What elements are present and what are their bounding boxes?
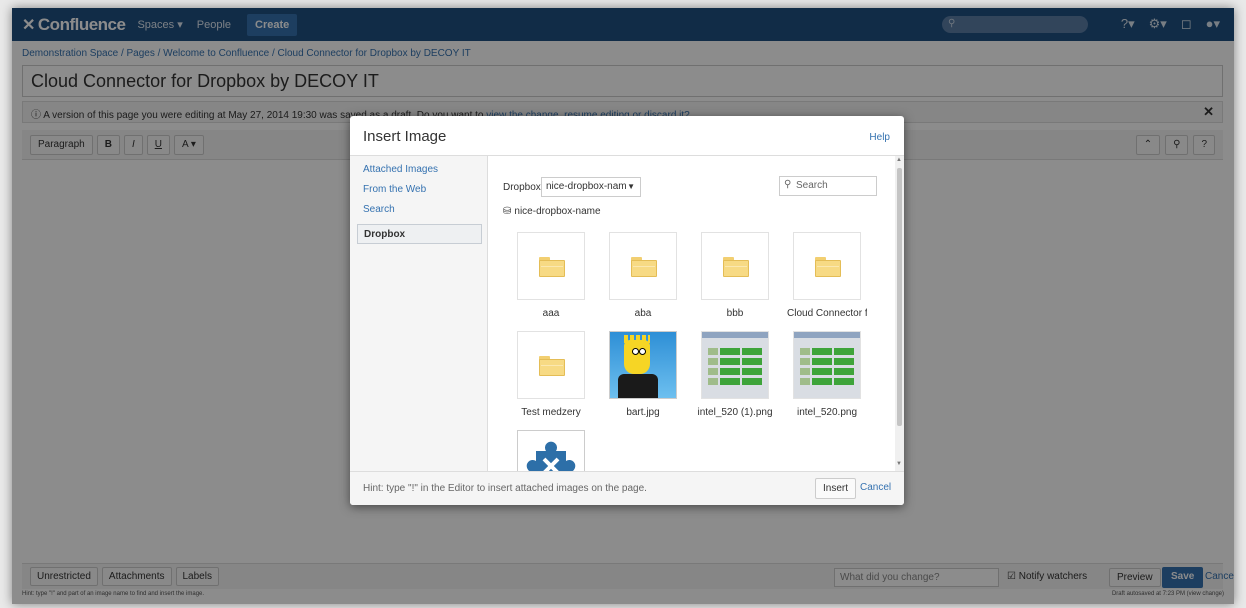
dropbox-select-value: nice-dropbox-nam <box>546 181 627 192</box>
folder-icon <box>723 257 749 277</box>
insert-image-dialog: Insert Image Help Attached Images From t… <box>350 116 904 505</box>
bart-thumbnail <box>609 331 677 399</box>
folder-tile[interactable]: Cloud Connector fc <box>787 232 867 319</box>
image-tile[interactable]: intel_520 (1).png <box>695 331 775 418</box>
folder-thumbnail <box>517 232 585 300</box>
chevron-down-icon: ▼ <box>627 182 635 191</box>
dialog-footer: Hint: type "!" in the Editor to insert a… <box>350 471 904 505</box>
dialog-sidebar: Attached Images From the Web Search Drop… <box>350 156 488 471</box>
folder-tile[interactable]: bbb <box>695 232 775 319</box>
folder-icon <box>815 257 841 277</box>
benchmark-thumbnail <box>701 331 769 399</box>
search-placeholder: Search <box>796 180 828 191</box>
tile-label: Cloud Connector fc <box>787 308 867 319</box>
folder-icon <box>539 356 565 376</box>
dropbox-path[interactable]: ⛁ nice-dropbox-name <box>503 206 601 217</box>
scroll-up-icon[interactable]: ▲ <box>896 157 902 163</box>
tile-label: intel_520 (1).png <box>697 407 773 418</box>
dropbox-path-label: nice-dropbox-name <box>514 206 601 217</box>
image-tile[interactable]: bart.jpg <box>603 331 683 418</box>
insert-button[interactable]: Insert <box>815 478 857 499</box>
benchmark-image <box>702 332 768 398</box>
folder-thumbnail <box>793 232 861 300</box>
dropbox-label: Dropbox: <box>503 182 544 193</box>
benchmark-thumbnail <box>793 331 861 399</box>
dialog-header: Insert Image Help <box>350 116 904 156</box>
dialog-title: Insert Image <box>363 128 447 145</box>
scroll-down-icon[interactable]: ▼ <box>896 461 902 467</box>
cancel-button[interactable]: Cancel <box>860 482 891 493</box>
folder-icon <box>539 257 565 277</box>
folder-thumbnail <box>517 331 585 399</box>
folder-tile[interactable]: aba <box>603 232 683 319</box>
sidebar-item-from-web[interactable]: From the Web <box>363 184 426 195</box>
dropbox-drive-icon: ⛁ <box>503 206 512 217</box>
dropbox-search-input[interactable]: ⚲ Search <box>779 176 877 196</box>
tile-label: aba <box>634 308 652 319</box>
folder-thumbnail <box>609 232 677 300</box>
image-tile[interactable]: intel_520.png <box>787 331 867 418</box>
folder-tile[interactable]: Test medzery <box>511 331 591 418</box>
sidebar-item-attached-images[interactable]: Attached Images <box>363 164 438 175</box>
dropbox-account-select[interactable]: nice-dropbox-nam ▼ <box>541 177 641 197</box>
tile-label: bbb <box>726 308 744 319</box>
sidebar-item-search[interactable]: Search <box>363 204 395 215</box>
image-tile[interactable] <box>511 430 591 471</box>
folder-thumbnail <box>701 232 769 300</box>
tile-label: intel_520.png <box>796 407 858 418</box>
scroll-thumb[interactable] <box>897 168 902 426</box>
sidebar-item-dropbox[interactable]: Dropbox <box>357 224 482 244</box>
confluence-window: ✕ Confluence Spaces ▾ People Create ⚲ ?▾… <box>12 8 1234 604</box>
tile-label: bart.jpg <box>626 407 660 418</box>
puzzle-thumbnail <box>517 430 585 471</box>
puzzle-piece-icon <box>526 441 576 471</box>
dialog-scrollbar[interactable]: ▲ ▼ <box>895 156 904 471</box>
dialog-hint: Hint: type "!" in the Editor to insert a… <box>363 483 647 494</box>
tile-label: Test medzery <box>521 407 581 418</box>
bart-image <box>610 332 676 398</box>
folder-icon <box>631 257 657 277</box>
dropbox-browser: Dropbox: nice-dropbox-nam ▼ ⚲ Search ⛁ n… <box>489 156 895 471</box>
help-link[interactable]: Help <box>869 132 890 143</box>
folder-tile[interactable]: aaa <box>511 232 591 319</box>
search-icon: ⚲ <box>784 179 792 190</box>
benchmark-image <box>794 332 860 398</box>
tile-label: aaa <box>542 308 560 319</box>
